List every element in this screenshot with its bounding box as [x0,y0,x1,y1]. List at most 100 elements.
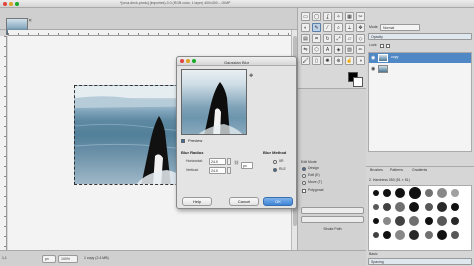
preview-checkbox[interactable] [181,139,185,143]
zoom-window-button[interactable] [15,2,19,6]
polygonal-checkbox[interactable] [302,189,306,193]
eye-icon[interactable]: ◉ [371,55,375,61]
chain-link-icon[interactable]: ⛓ [234,160,239,165]
flip-tool-icon[interactable]: ⇋ [301,45,310,54]
edit-mode-design-radio[interactable] [302,167,306,171]
cage-tool-icon[interactable]: ⬡ [312,45,321,54]
brush-preset[interactable] [437,216,447,226]
brush-preset[interactable] [373,190,379,196]
brush-preset[interactable] [437,202,447,212]
horizontal-radius-input[interactable]: 24.0 [209,158,226,165]
ellipse-select-tool-icon[interactable]: ◯ [312,12,321,21]
brush-preset[interactable] [451,189,459,197]
unit-select[interactable]: px [42,255,56,263]
brush-preset[interactable] [409,202,419,212]
brush-preset[interactable] [409,230,419,240]
layers-list[interactable]: ◉ copy ◉ [368,52,472,152]
tab-gradients[interactable]: Gradients [412,168,427,173]
tab-patterns[interactable]: Patterns [390,168,403,173]
brush-preset[interactable] [395,230,405,240]
brush-preset[interactable] [383,231,391,239]
brush-preset[interactable] [409,187,421,199]
brush-preset[interactable] [395,188,405,198]
vertical-radius-input[interactable]: 24.0 [209,167,226,174]
lock-alpha-checkbox[interactable] [386,44,390,48]
ok-button[interactable]: OK [263,197,293,206]
foreground-select-tool-icon[interactable]: ◐ [301,23,310,32]
close-window-button[interactable] [3,2,7,6]
brush-preset[interactable] [437,230,447,240]
brush-preset[interactable] [383,189,391,197]
brush-preset[interactable] [451,203,459,211]
free-select-tool-icon[interactable]: ʆ [323,12,332,21]
lock-pixels-checkbox[interactable] [380,44,384,48]
method-rle-radio[interactable] [273,168,277,172]
clone-tool-icon[interactable]: ⊕ [334,56,343,65]
move-tool-icon[interactable]: ✥ [356,23,365,32]
layer-name[interactable]: copy [391,55,398,60]
help-button[interactable]: Help [182,197,212,206]
edit-mode-edit-radio[interactable] [302,174,306,178]
brush-preset[interactable] [451,217,459,225]
close-icon[interactable]: ✕ [28,18,32,24]
smudge-tool-icon[interactable]: ☝ [345,56,354,65]
measure-tool-icon[interactable]: ⟂ [345,23,354,32]
brush-preset[interactable] [437,188,447,198]
stroke-path-button[interactable]: Stroke Path [301,216,364,231]
navigate-preview-icon[interactable]: ✥ [249,73,253,79]
brush-preset[interactable] [383,203,391,211]
brush-preset[interactable] [425,203,433,211]
paintbrush-tool-icon[interactable]: 🖌 [301,56,310,65]
brush-preset[interactable] [395,202,405,212]
perspective-tool-icon[interactable]: ◇ [356,34,365,43]
method-iir-radio[interactable] [273,160,277,164]
paths-tool-icon[interactable]: ✎ [312,23,321,32]
brush-preset[interactable] [425,217,433,225]
dodge-burn-tool-icon[interactable]: ◑ [356,56,365,65]
preview-pane[interactable] [181,69,247,135]
layer-row[interactable]: ◉ copy [369,53,471,63]
align-tool-icon[interactable]: ▤ [301,34,310,43]
airbrush-tool-icon[interactable]: ✺ [323,56,332,65]
zoom-tool-icon[interactable]: ⌕ [334,23,343,32]
layer-mode-select[interactable]: Normal [380,24,420,31]
fuzzy-select-tool-icon[interactable]: ✧ [334,12,343,21]
brush-spacing-slider[interactable]: Spacing [368,258,472,265]
tab-brushes[interactable]: Brushes [370,168,383,173]
vertical-radius-stepper[interactable] [227,167,231,174]
eraser-tool-icon[interactable]: ▯ [312,56,321,65]
horizontal-radius-stepper[interactable] [227,158,231,165]
scale-tool-icon[interactable]: ⤢ [334,34,343,43]
color-picker-tool-icon[interactable]: ⁄ [323,23,332,32]
scissors-tool-icon[interactable]: ✂ [356,12,365,21]
brush-preset[interactable] [425,231,433,239]
crop-tool-icon[interactable]: ⌗ [312,34,321,43]
brush-preset[interactable] [373,204,379,210]
eye-icon[interactable]: ◉ [371,66,375,72]
bucket-fill-tool-icon[interactable]: ◈ [334,45,343,54]
layer-row[interactable]: ◉ [369,64,471,74]
minimize-window-button[interactable] [9,2,13,6]
background-color-swatch[interactable] [353,77,363,87]
pencil-tool-icon[interactable]: ✏ [356,45,365,54]
brush-grid[interactable] [368,185,472,251]
blend-tool-icon[interactable]: ▨ [345,45,354,54]
text-tool-icon[interactable]: A [323,45,332,54]
rotate-tool-icon[interactable]: ↻ [323,34,332,43]
brush-preset[interactable] [383,217,391,225]
edit-mode-move-radio[interactable] [302,181,306,185]
color-select-tool-icon[interactable]: ▦ [345,12,354,21]
brush-preset[interactable] [395,216,405,226]
brush-preset[interactable] [409,216,419,226]
vertical-ruler[interactable] [0,36,7,250]
shear-tool-icon[interactable]: ▱ [345,34,354,43]
selection-from-path-button[interactable]: Selection from Path [301,207,364,222]
cancel-button[interactable]: Cancel [229,197,259,206]
brush-preset[interactable] [451,231,459,239]
brush-preset[interactable] [425,189,433,197]
brush-preset[interactable] [373,218,379,224]
layer-opacity-slider[interactable]: Opacity [368,33,472,40]
brush-preset[interactable] [373,232,379,238]
unit-dropdown[interactable]: px [241,162,253,169]
rect-select-tool-icon[interactable]: ▭ [301,12,310,21]
